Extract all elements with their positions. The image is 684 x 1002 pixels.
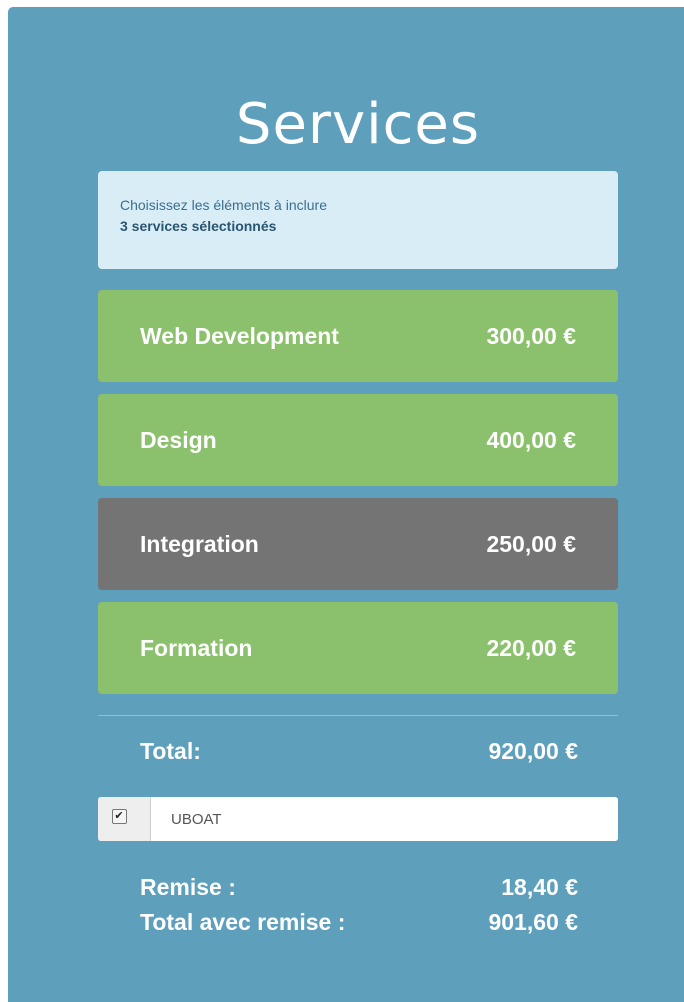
total-row: Total: 920,00 € (140, 736, 578, 766)
service-integration[interactable]: Integration 250,00 € (98, 498, 618, 590)
divider (98, 715, 618, 716)
total-discounted-row: Total avec remise : 901,60 € (140, 907, 578, 937)
service-price: 400,00 € (486, 426, 576, 453)
total-discounted-label: Total avec remise : (140, 909, 346, 935)
service-formation[interactable]: Formation 220,00 € (98, 602, 618, 694)
service-name: Design (140, 426, 217, 453)
service-name: Web Development (140, 322, 339, 349)
discount-value: 18,40 € (501, 874, 578, 900)
total-value: 920,00 € (488, 738, 578, 764)
service-price: 220,00 € (486, 634, 576, 661)
service-price: 300,00 € (486, 322, 576, 349)
service-price: 250,00 € (486, 530, 576, 557)
coupon-checkbox[interactable]: ✔ (111, 808, 127, 824)
service-design[interactable]: Design 400,00 € (98, 394, 618, 486)
coupon-code-input[interactable] (151, 797, 618, 841)
service-name: Formation (140, 634, 253, 661)
instructions-text: Choisissez les éléments à inclure (120, 197, 327, 213)
selected-count-text: 3 services sélectionnés (120, 218, 277, 234)
page-title: Services (235, 92, 481, 157)
info-box: Choisissez les éléments à inclure 3 serv… (98, 171, 618, 269)
service-name: Integration (140, 530, 259, 557)
coupon-checkbox-addon: ✔ (98, 797, 151, 841)
services-panel: Services Choisissez les éléments à inclu… (8, 7, 684, 1002)
total-discounted-value: 901,60 € (488, 909, 578, 935)
total-label: Total: (140, 738, 201, 764)
service-web-development[interactable]: Web Development 300,00 € (98, 290, 618, 382)
coupon-input-group: ✔ (98, 797, 618, 841)
discount-label: Remise : (140, 874, 236, 900)
discount-row: Remise : 18,40 € (140, 872, 578, 902)
